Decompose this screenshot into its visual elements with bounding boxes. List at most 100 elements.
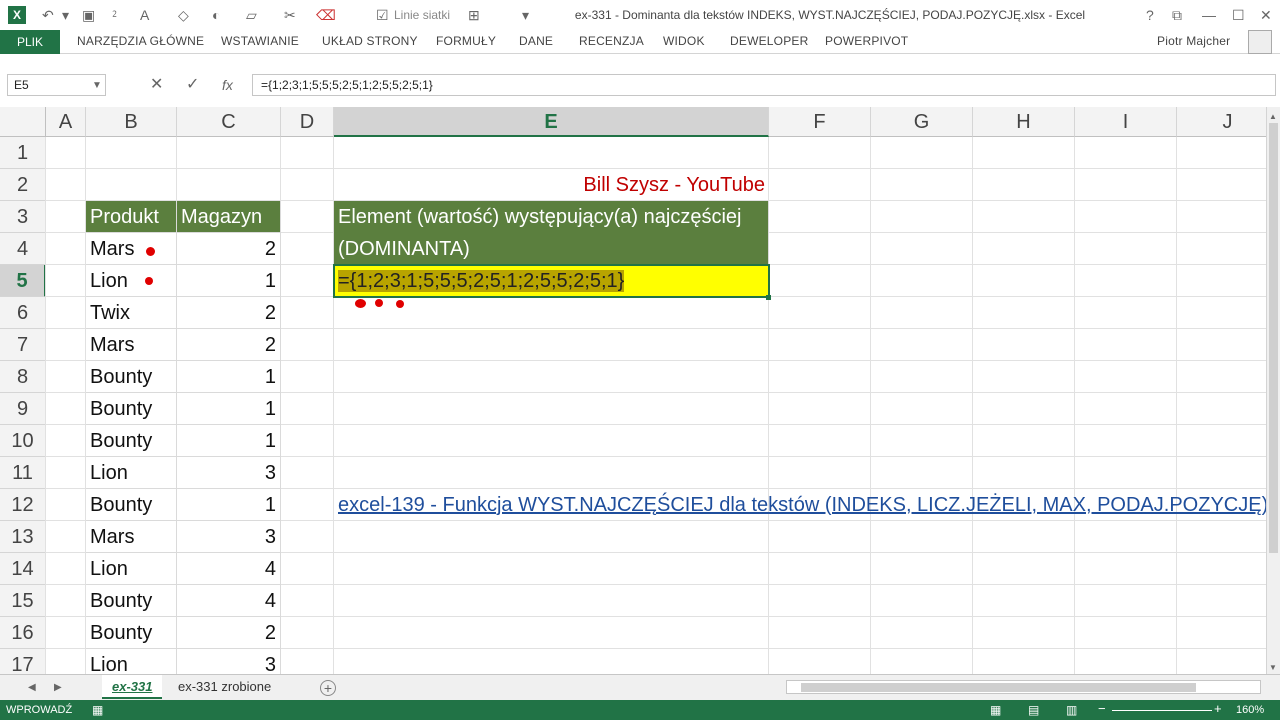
cell-product[interactable]: Bounty — [86, 617, 177, 649]
border-icon[interactable]: ◐ — [212, 7, 220, 23]
restore-ribbon-icon[interactable]: ⧉ — [1172, 7, 1182, 23]
cell-quantity[interactable]: 1 — [177, 393, 281, 425]
add-sheet-icon[interactable]: + — [320, 680, 336, 696]
close-icon[interactable]: ✕ — [1260, 7, 1272, 23]
normal-view-icon[interactable]: ▦ — [990, 702, 1001, 718]
row-header-8[interactable]: 8 — [0, 361, 46, 393]
cell-product[interactable]: Bounty — [86, 425, 177, 457]
dominanta-header-line1[interactable]: Element (wartość) występujący(a) najczęś… — [334, 201, 769, 233]
cell-product[interactable]: Mars — [86, 233, 177, 265]
tab-insert[interactable]: WSTAWIANIE — [221, 34, 299, 48]
row-header-9[interactable]: 9 — [0, 393, 46, 425]
row-header-10[interactable]: 10 — [0, 425, 46, 457]
row-header-7[interactable]: 7 — [0, 329, 46, 361]
customize-icon[interactable]: ▾ — [522, 7, 529, 23]
format-icon[interactable]: ▱ — [246, 7, 257, 23]
sheet-scroll-right-icon[interactable]: ▶ — [54, 680, 62, 696]
tab-data[interactable]: DANE — [519, 34, 553, 48]
cell-quantity[interactable]: 2 — [177, 233, 281, 265]
cell-product[interactable]: Lion — [86, 265, 177, 297]
cell-product[interactable]: Bounty — [86, 489, 177, 521]
column-header-c[interactable]: C — [177, 107, 281, 137]
column-header-a[interactable]: A — [46, 107, 86, 137]
zoom-level[interactable]: 160% — [1236, 704, 1264, 716]
zoom-in-icon[interactable]: + — [1214, 701, 1222, 717]
cell-quantity[interactable]: 3 — [177, 457, 281, 489]
tab-formulas[interactable]: FORMUŁY — [436, 34, 496, 48]
maximize-icon[interactable]: ☐ — [1232, 7, 1245, 23]
active-cell-e5[interactable]: ={1;2;3;1;5;5;5;2;5;1;2;5;5;2;5;1} — [333, 264, 770, 298]
tab-powerpivot[interactable]: POWERPIVOT — [825, 34, 908, 48]
sheet-tab-done[interactable]: ex-331 zrobione — [168, 675, 281, 699]
minimize-icon[interactable]: — — [1202, 7, 1216, 23]
user-name[interactable]: Piotr Majcher — [1157, 34, 1230, 48]
cell-quantity[interactable]: 2 — [177, 297, 281, 329]
select-all-corner[interactable] — [0, 107, 46, 137]
name-box-dropdown-icon[interactable]: ▼ — [92, 78, 102, 94]
header-magazyn[interactable]: Magazyn — [177, 201, 281, 233]
video-link[interactable]: excel-139 - Funkcja WYST.NAJCZĘŚCIEJ dla… — [334, 489, 1266, 521]
row-header-5[interactable]: 5 — [0, 265, 46, 297]
column-header-b[interactable]: B — [86, 107, 177, 137]
macro-record-icon[interactable]: ▦ — [92, 702, 103, 718]
font-color-icon[interactable]: A — [140, 7, 149, 23]
sheet-tab-active[interactable]: ex-331 — [102, 675, 163, 699]
undo-icon[interactable]: ↶ — [42, 7, 54, 23]
fill-handle[interactable] — [766, 295, 771, 300]
cell-product[interactable]: Bounty — [86, 393, 177, 425]
confirm-formula-icon[interactable]: ✓ — [186, 77, 199, 93]
cell-e2-author[interactable]: Bill Szysz - YouTube — [334, 169, 769, 201]
column-header-f[interactable]: F — [769, 107, 871, 137]
row-header-14[interactable]: 14 — [0, 553, 46, 585]
column-header-e[interactable]: E — [334, 107, 769, 137]
cell-product[interactable]: Mars — [86, 329, 177, 361]
cell-quantity[interactable]: 1 — [177, 361, 281, 393]
eraser-icon[interactable]: ⌫ — [316, 7, 336, 23]
tab-view[interactable]: WIDOK — [663, 34, 705, 48]
cell-quantity[interactable]: 3 — [177, 521, 281, 553]
row-header-12[interactable]: 12 — [0, 489, 46, 521]
font-size-icon[interactable]: ⁲ — [112, 7, 117, 23]
cancel-formula-icon[interactable]: ✕ — [150, 77, 163, 93]
tab-home[interactable]: NARZĘDZIA GŁÓWNE — [77, 34, 204, 48]
user-avatar[interactable] — [1248, 30, 1272, 54]
page-layout-view-icon[interactable]: ▤ — [1028, 702, 1039, 718]
cell-quantity[interactable]: 3 — [177, 649, 281, 674]
tab-page-layout[interactable]: UKŁAD STRONY — [322, 34, 418, 48]
cell-quantity[interactable]: 2 — [177, 617, 281, 649]
row-header-3[interactable]: 3 — [0, 201, 46, 233]
tab-review[interactable]: RECENZJA — [579, 34, 644, 48]
row-header-11[interactable]: 11 — [0, 457, 46, 489]
h-scroll-thumb[interactable] — [801, 683, 1196, 692]
camera-icon[interactable]: ⊞ — [468, 7, 480, 23]
cell-product[interactable]: Lion — [86, 553, 177, 585]
column-header-h[interactable]: H — [973, 107, 1075, 137]
cell-product[interactable]: Lion — [86, 649, 177, 674]
row-header-1[interactable]: 1 — [0, 137, 46, 169]
formula-input[interactable]: ={1;2;3;1;5;5;5;2;5;1;2;5;5;2;5;1} — [252, 74, 1276, 96]
cell-quantity[interactable]: 1 — [177, 489, 281, 521]
cell-product[interactable]: Mars — [86, 521, 177, 553]
cell-product[interactable]: Bounty — [86, 361, 177, 393]
row-header-15[interactable]: 15 — [0, 585, 46, 617]
tab-file[interactable]: PLIK — [0, 30, 60, 54]
row-header-4[interactable]: 4 — [0, 233, 46, 265]
redo-icon[interactable]: ▾ — [62, 7, 69, 23]
worksheet-grid[interactable]: A B C D E F G H I J 1 2 3 4 5 6 7 8 9 10… — [0, 107, 1266, 674]
sheet-scroll-left-icon[interactable]: ◀ — [28, 680, 36, 696]
page-break-view-icon[interactable]: ▥ — [1066, 702, 1077, 718]
horizontal-scrollbar[interactable] — [786, 680, 1261, 694]
row-header-13[interactable]: 13 — [0, 521, 46, 553]
save-icon[interactable]: ▣ — [82, 7, 95, 23]
column-header-j[interactable]: J — [1177, 107, 1266, 137]
gridlines-label[interactable]: Linie siatki — [394, 8, 450, 22]
column-header-i[interactable]: I — [1075, 107, 1177, 137]
row-header-16[interactable]: 16 — [0, 617, 46, 649]
checkbox-icon[interactable]: ☑ — [376, 7, 389, 23]
fill-color-icon[interactable]: ◇ — [178, 7, 189, 23]
zoom-out-icon[interactable]: − — [1098, 701, 1106, 717]
row-header-2[interactable]: 2 — [0, 169, 46, 201]
cell-quantity[interactable]: 4 — [177, 585, 281, 617]
vertical-scrollbar[interactable]: ▲ ▼ — [1266, 107, 1280, 674]
cell-product[interactable]: Lion — [86, 457, 177, 489]
